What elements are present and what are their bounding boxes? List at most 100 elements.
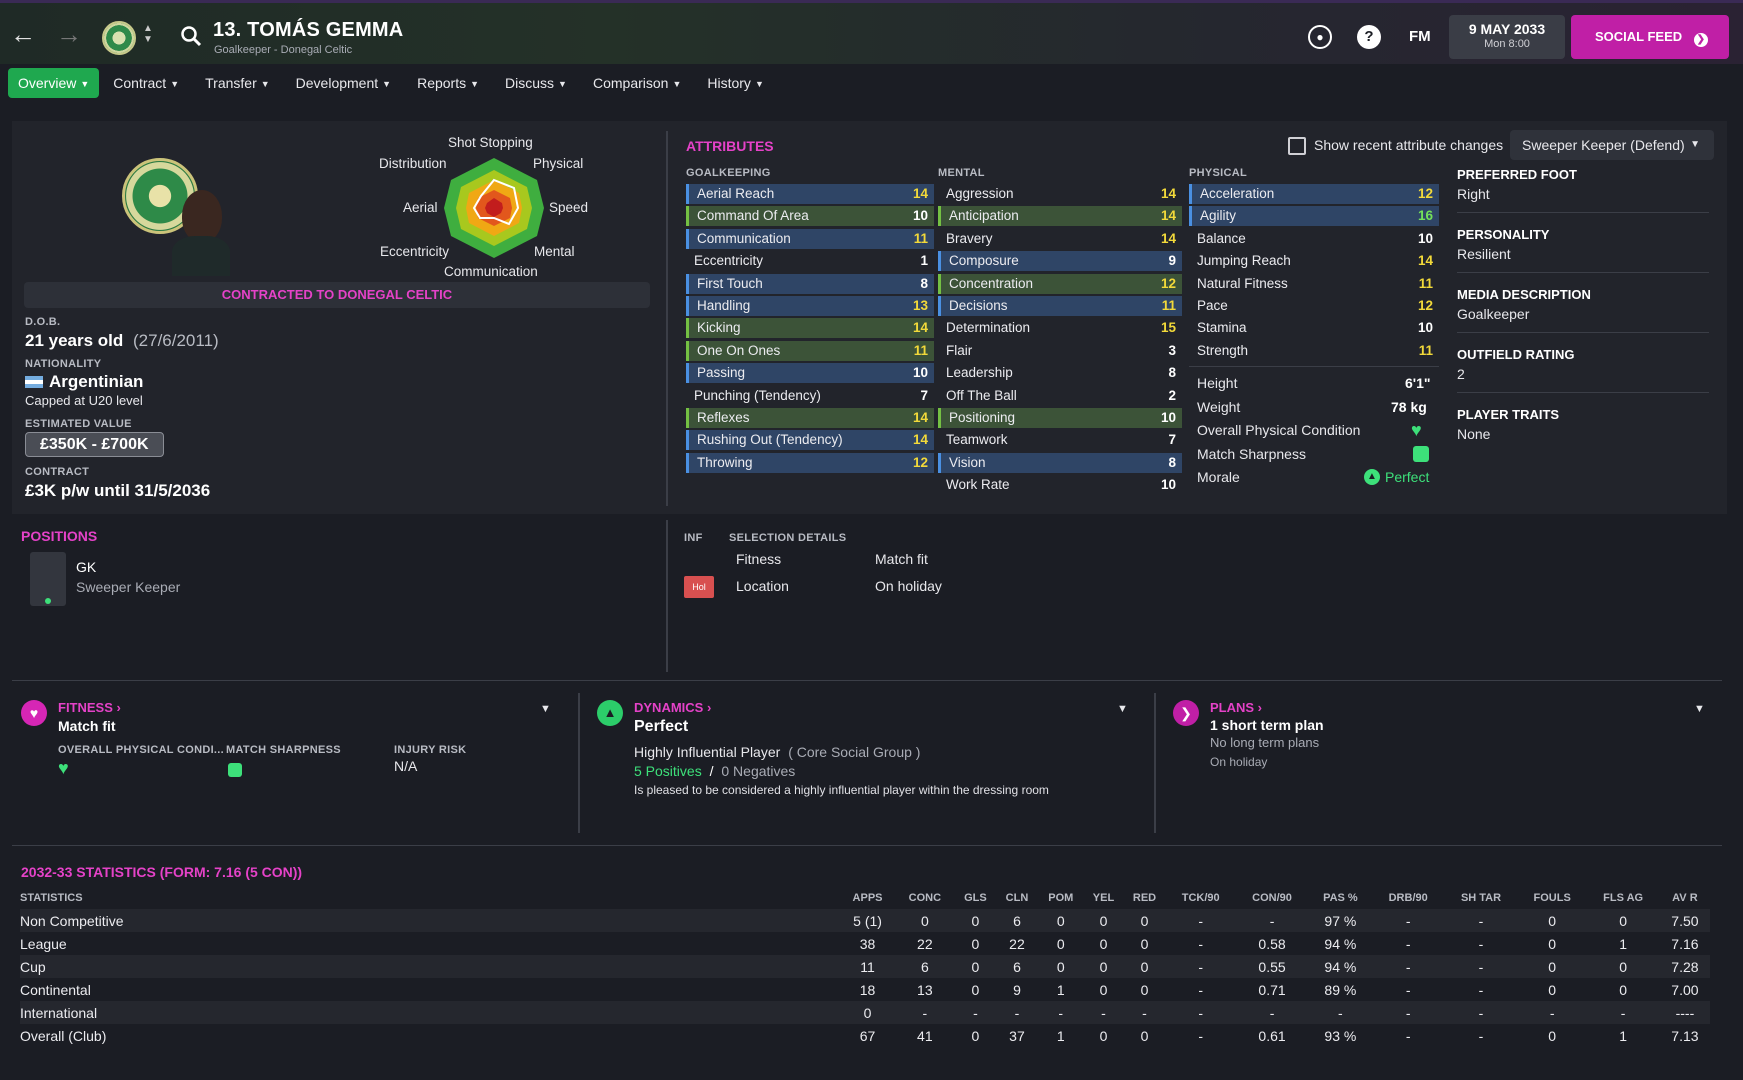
outfield-value: 2: [1457, 366, 1465, 382]
club-crest-icon[interactable]: [102, 21, 136, 55]
attribute-row[interactable]: Bravery 14: [938, 229, 1182, 249]
attribute-row[interactable]: Reflexes 14: [686, 408, 934, 428]
player-switch-icon[interactable]: ▲ ▼: [143, 23, 153, 45]
attribute-row[interactable]: Determination 15: [938, 318, 1182, 338]
stats-column-header[interactable]: TCK/90: [1166, 887, 1236, 909]
globe-icon[interactable]: ●: [1308, 25, 1332, 49]
attribute-row[interactable]: Anticipation 14: [938, 206, 1182, 227]
attribute-row[interactable]: Throwing 12: [686, 452, 934, 473]
fm-menu-button[interactable]: FM: [1409, 28, 1431, 45]
tab-comparison[interactable]: Comparison ▼: [581, 68, 693, 98]
attribute-row[interactable]: Leadership 8: [938, 363, 1182, 383]
attribute-value: 10: [1160, 477, 1176, 493]
attribute-row[interactable]: Agility 16: [1189, 206, 1439, 227]
table-row[interactable]: Overall (Club) 67 41 0 37 1 0 0 - 0.61 93 % - - 0 1 7.1…: [20, 1024, 1710, 1047]
attribute-row[interactable]: Off The Ball 2: [938, 386, 1182, 406]
role-dropdown[interactable]: Sweeper Keeper (Defend) ▼: [1510, 130, 1714, 160]
search-icon[interactable]: [180, 25, 202, 50]
back-arrow-icon[interactable]: ←: [10, 21, 36, 47]
plans-title[interactable]: PLANS ›: [1210, 700, 1262, 715]
stats-column-header[interactable]: FOULS: [1518, 887, 1587, 909]
dynamics-title[interactable]: DYNAMICS ›: [634, 700, 711, 715]
tab-contract[interactable]: Contract ▼: [101, 68, 191, 98]
attribute-row[interactable]: Work Rate 10: [938, 475, 1182, 495]
attribute-row[interactable]: Positioning 10: [938, 408, 1182, 428]
attribute-row[interactable]: Punching (Tendency) 7: [686, 386, 934, 406]
help-icon[interactable]: ?: [1357, 25, 1381, 49]
fitness-expand-chevron-icon[interactable]: ▼: [540, 703, 551, 715]
stats-column-header[interactable]: FLS AG: [1586, 887, 1659, 909]
mental-attributes: Aggression 14 Anticipation 14 Bravery 14 Compo…: [938, 184, 1182, 492]
physical-attributes: Acceleration 12 Agility 16 Balance 10 Jumping …: [1189, 184, 1439, 364]
attribute-row[interactable]: Jumping Reach 14: [1189, 251, 1439, 271]
value-badge[interactable]: £350K - £700K: [25, 432, 164, 457]
stats-cell: 5 (1): [840, 909, 896, 932]
date-continue-box[interactable]: 9 MAY 2033 Mon 8:00: [1449, 15, 1565, 59]
tab-discuss[interactable]: Discuss ▼: [493, 68, 579, 98]
tab-overview[interactable]: Overview ▼: [8, 68, 100, 98]
attribute-row[interactable]: Kicking 14: [686, 318, 934, 339]
attribute-row[interactable]: Stamina 10: [1189, 318, 1439, 338]
attribute-row[interactable]: Pace 12: [1189, 296, 1439, 316]
attribute-row[interactable]: Aerial Reach 14: [686, 184, 934, 204]
stats-cell: 67: [859, 1027, 876, 1044]
attribute-row[interactable]: Passing 10: [686, 363, 934, 384]
stats-column-header[interactable]: GLS: [955, 887, 997, 909]
stats-column-header[interactable]: PAS %: [1309, 887, 1373, 909]
stats-cell: -: [1405, 935, 1411, 952]
attribute-row[interactable]: Decisions 11: [938, 296, 1182, 316]
show-changes-checkbox[interactable]: [1288, 137, 1306, 155]
attribute-row[interactable]: Eccentricity 1: [686, 251, 934, 271]
table-row[interactable]: League 38 22 0 22 0 0 0 - 0.58 94 % - - 0 1 7.16: [20, 932, 1710, 955]
attribute-row[interactable]: Acceleration 12: [1189, 184, 1439, 204]
attribute-row[interactable]: Balance 10: [1189, 229, 1439, 249]
forward-arrow-icon[interactable]: →: [56, 21, 82, 47]
attribute-row[interactable]: Composure 9: [938, 251, 1182, 272]
stats-column-header[interactable]: YEL: [1084, 887, 1123, 909]
stats-column-header[interactable]: APPS: [840, 887, 895, 909]
attribute-row[interactable]: Natural Fitness 11: [1189, 274, 1439, 294]
fitness-title[interactable]: FITNESS ›: [58, 700, 121, 715]
attribute-row[interactable]: Concentration 12: [938, 273, 1182, 294]
stats-column-header[interactable]: CONC: [895, 887, 955, 909]
stats-cell: 7.13: [1671, 1027, 1699, 1044]
tab-transfer[interactable]: Transfer ▼: [193, 68, 282, 98]
attribute-row[interactable]: Aggression 14: [938, 184, 1182, 204]
stats-column-header[interactable]: AV R: [1660, 887, 1710, 909]
table-row[interactable]: Non Competitive 5 (1) 0 0 6 0 0 0- -97 % - -0 0 7.50: [20, 909, 1710, 932]
attribute-row[interactable]: First Touch 8: [686, 273, 934, 294]
stats-column-header[interactable]: SH TAR: [1444, 887, 1518, 909]
tab-history[interactable]: History ▼: [695, 68, 775, 98]
social-feed-button[interactable]: SOCIAL FEED ❯: [1571, 15, 1729, 59]
tab-development[interactable]: Development ▼: [284, 68, 403, 98]
radar-label-aerial: Aerial: [403, 200, 438, 215]
stats-cell: 0: [1619, 981, 1627, 998]
stats-column-header[interactable]: STATISTICS: [20, 887, 840, 909]
attribute-row[interactable]: Strength 11: [1189, 341, 1439, 361]
table-row[interactable]: Cup 11 6 0 6 0 0 0-0.55 94 % - -0 0 7.28: [20, 955, 1710, 978]
attribute-row[interactable]: One On Ones 11: [686, 340, 934, 361]
stats-column-header[interactable]: DRB/90: [1372, 887, 1444, 909]
stats-column-header[interactable]: POM: [1038, 887, 1084, 909]
attribute-name: Teamwork: [946, 432, 1008, 448]
attribute-row[interactable]: Handling 13: [686, 296, 934, 316]
attribute-row[interactable]: Vision 8: [938, 452, 1182, 473]
attribute-row[interactable]: Teamwork 7: [938, 430, 1182, 450]
info-divider: [1457, 212, 1709, 213]
attribute-row[interactable]: Command Of Area 10: [686, 206, 934, 227]
arrow-circle-icon: ❯: [1693, 33, 1708, 47]
dynamics-expand-chevron-icon[interactable]: ▼: [1117, 703, 1128, 715]
tab-reports[interactable]: Reports ▼: [405, 68, 491, 98]
table-row[interactable]: International 0- - - - - - - - - - - - - ----: [20, 1001, 1710, 1024]
attribute-row[interactable]: Rushing Out (Tendency) 14: [686, 430, 934, 451]
stats-cell: 0: [1056, 935, 1065, 952]
attribute-row[interactable]: Communication 11: [686, 228, 934, 249]
stats-column-header[interactable]: CLN: [996, 887, 1038, 909]
stats-column-header[interactable]: CON/90: [1236, 887, 1309, 909]
attribute-row[interactable]: Flair 3: [938, 341, 1182, 361]
table-row[interactable]: Continental 18 13 0 9 1 0 0 - 0.71 89 % - - 0 0 7.00: [20, 978, 1710, 1001]
stats-cell: 0: [1548, 1027, 1557, 1044]
plans-expand-chevron-icon[interactable]: ▼: [1694, 703, 1705, 715]
stats-column-header[interactable]: RED: [1123, 887, 1166, 909]
dob-value: (27/6/2011): [133, 331, 219, 350]
